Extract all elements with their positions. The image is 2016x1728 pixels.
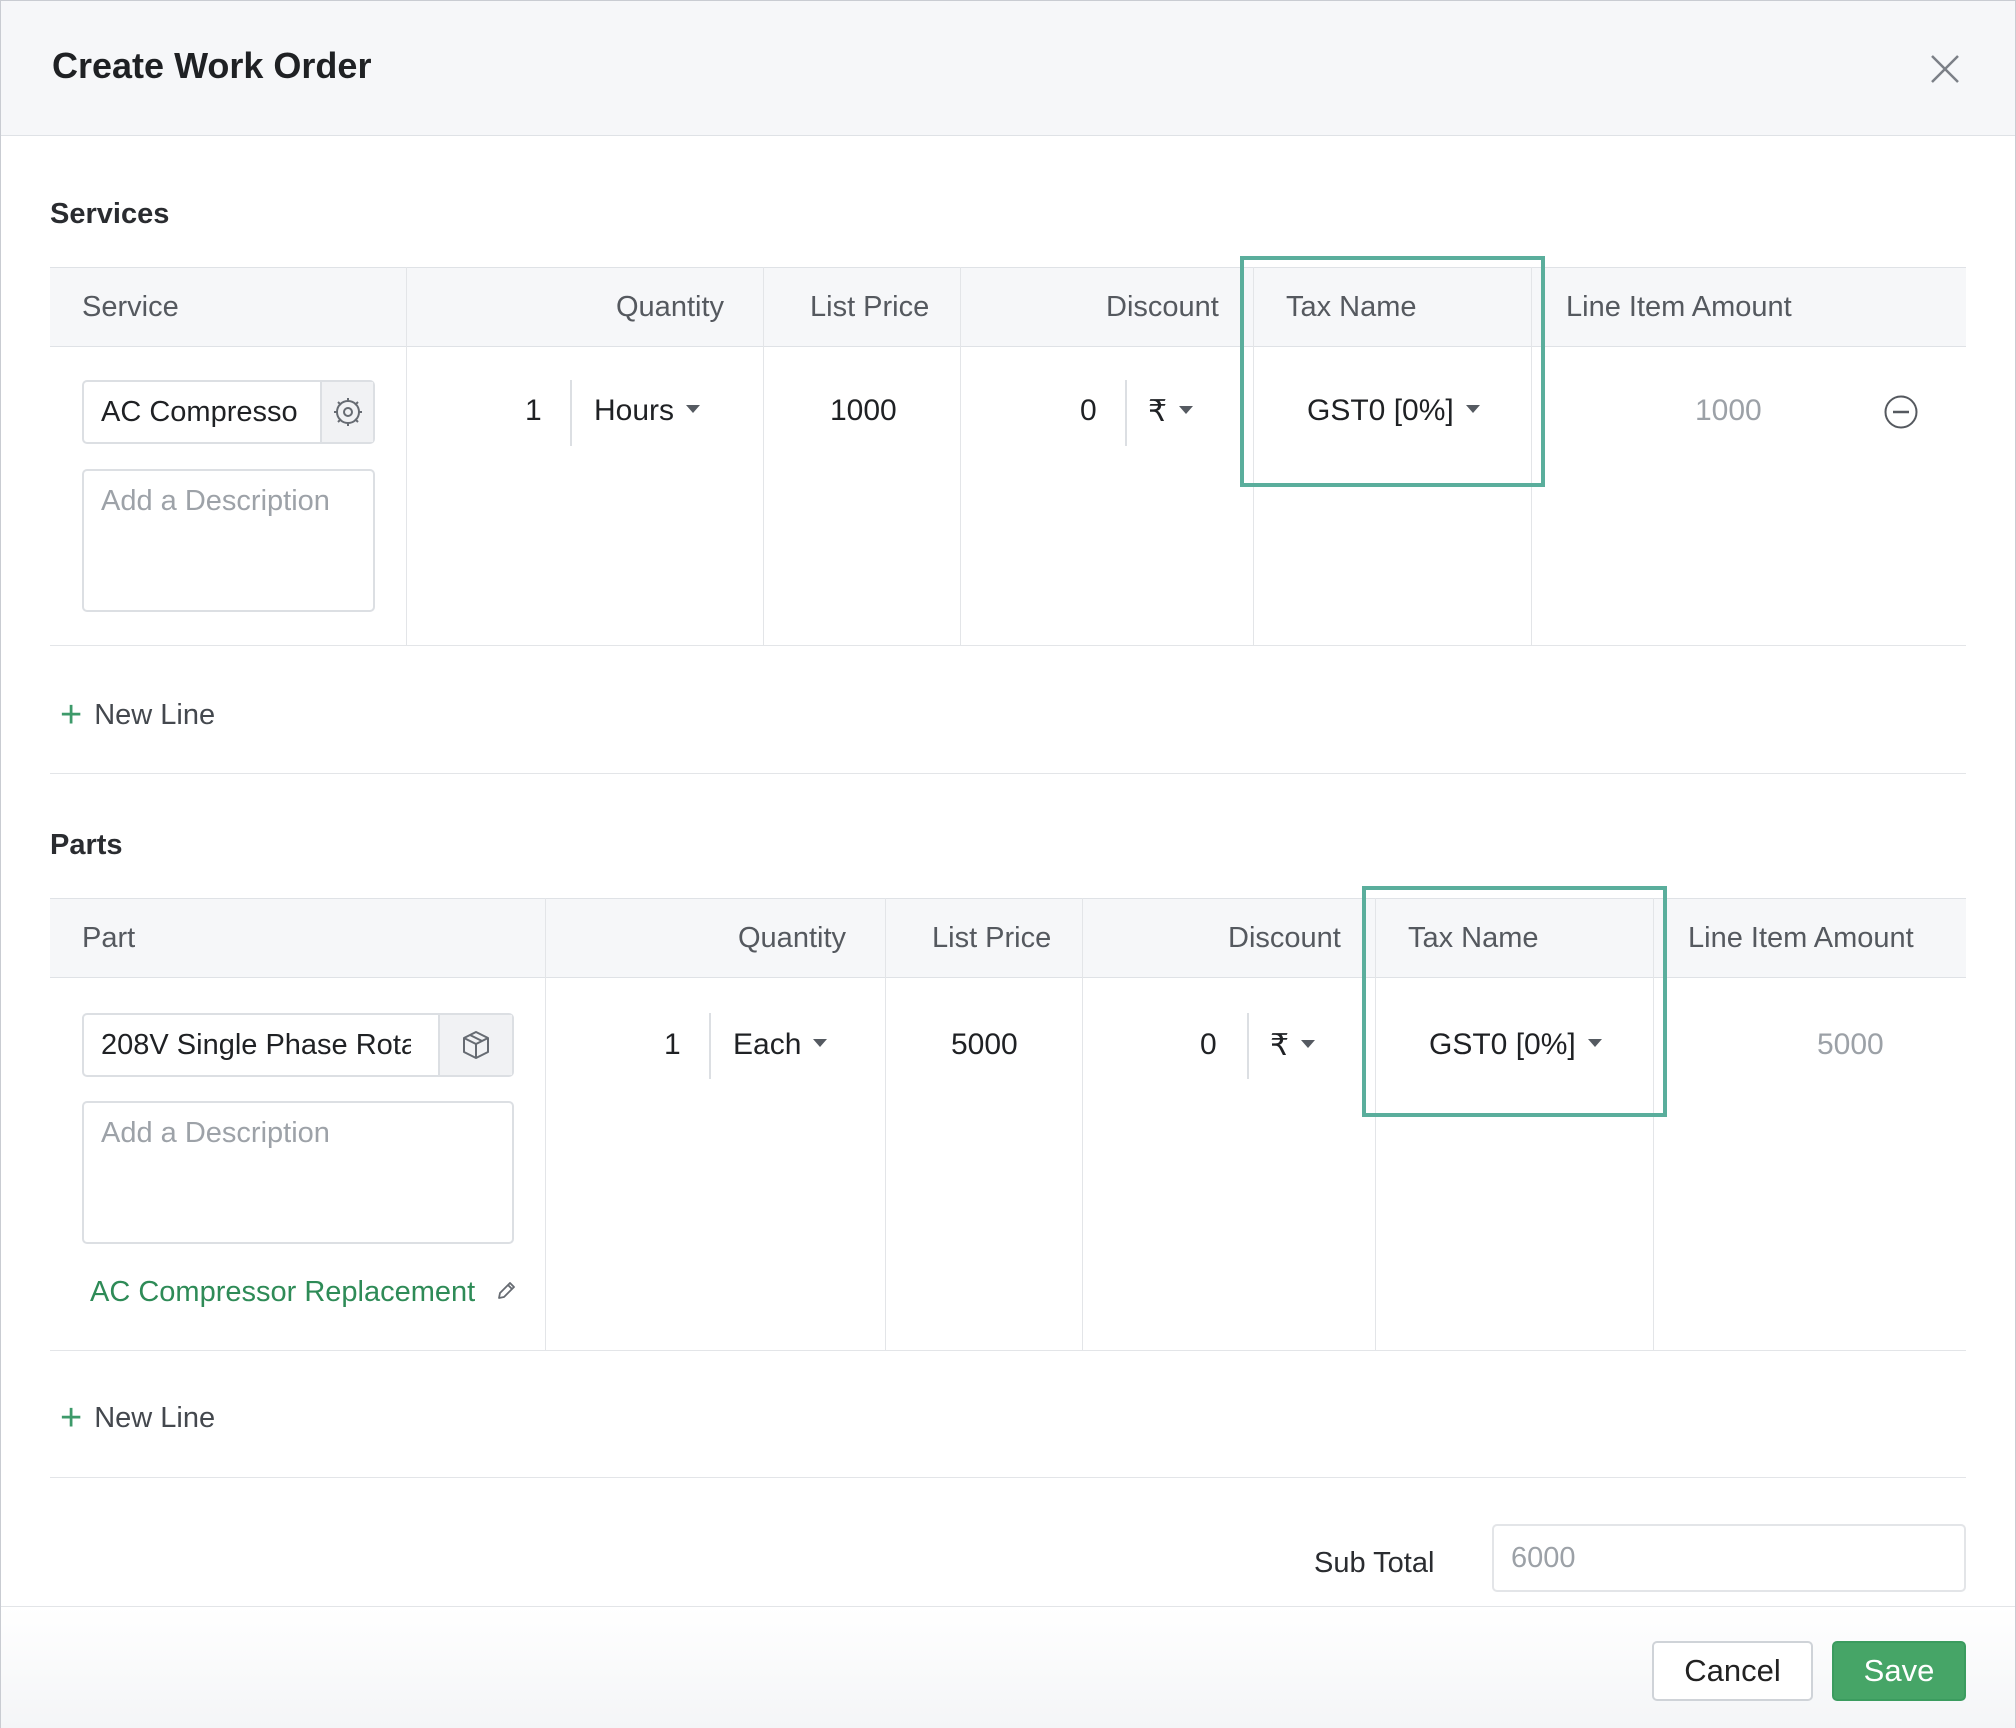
service-wrench-icon[interactable] <box>320 382 373 442</box>
create-work-order-dialog: Create Work Order Services Service Quant… <box>0 0 2016 1728</box>
pencil-icon[interactable] <box>495 1277 517 1310</box>
close-icon[interactable] <box>1927 51 1963 87</box>
part-quantity-input[interactable]: 1 <box>664 1028 681 1062</box>
part-unit-select[interactable]: Each <box>733 1028 828 1062</box>
chevron-down-icon <box>813 1039 828 1048</box>
part-lookup-field[interactable]: 208V Single Phase Rotai <box>82 1013 514 1077</box>
header-quantity: Quantity <box>616 291 724 323</box>
subtotal-label: Sub Total <box>1314 1547 1435 1579</box>
services-table-header: Service Quantity List Price Discount Tax… <box>50 267 1966 347</box>
parts-table-header: Part Quantity List Price Discount Tax Na… <box>50 898 1966 978</box>
discount-currency-symbol: ₹ <box>1148 395 1168 428</box>
header-quantity: Quantity <box>738 922 846 954</box>
service-discount-type-select[interactable]: ₹ <box>1148 394 1194 429</box>
part-list-price-input[interactable]: 5000 <box>951 1028 1018 1062</box>
cancel-button[interactable]: Cancel <box>1652 1641 1813 1701</box>
header-list-price: List Price <box>810 291 930 323</box>
part-description-field[interactable]: Add a Description <box>82 1101 514 1244</box>
service-unit-value: Hours <box>594 394 675 427</box>
discount-currency-symbol: ₹ <box>1270 1029 1290 1062</box>
chevron-down-icon <box>1179 406 1194 415</box>
part-box-icon[interactable] <box>438 1015 512 1075</box>
service-discount-input[interactable]: 0 <box>1080 394 1097 428</box>
save-button[interactable]: Save <box>1832 1641 1966 1701</box>
subtotal-field: 6000 <box>1492 1524 1966 1592</box>
services-new-line-button[interactable]: + New Line <box>60 691 216 736</box>
service-description-placeholder: Add a Description <box>101 485 330 517</box>
services-section-title: Services <box>50 198 170 230</box>
parts-new-line-button[interactable]: + New Line <box>60 1394 216 1439</box>
services-new-line-label: New Line <box>94 699 216 731</box>
service-value: AC Compresso <box>101 396 298 428</box>
parts-section-title: Parts <box>50 829 123 861</box>
parts-table: Part Quantity List Price Discount Tax Na… <box>50 898 1966 1352</box>
header-service: Service <box>82 291 179 323</box>
part-unit-value: Each <box>733 1028 802 1061</box>
header-discount: Discount <box>1228 922 1341 954</box>
service-unit-select[interactable]: Hours <box>594 394 701 428</box>
part-description-placeholder: Add a Description <box>101 1117 330 1149</box>
part-discount-input[interactable]: 0 <box>1200 1028 1217 1062</box>
header-line-item-amount: Line Item Amount <box>1566 291 1792 323</box>
service-quantity-input[interactable]: 1 <box>525 394 542 428</box>
tax-name-highlight-services <box>1240 256 1545 487</box>
service-list-price-input[interactable]: 1000 <box>830 394 897 428</box>
dialog-header: Create Work Order <box>1 1 2015 136</box>
plus-icon: + <box>60 694 83 736</box>
header-list-price: List Price <box>932 922 1052 954</box>
service-description-field[interactable]: Add a Description <box>82 469 375 612</box>
chevron-down-icon <box>1301 1040 1316 1049</box>
header-discount: Discount <box>1106 291 1219 323</box>
remove-line-icon[interactable] <box>1883 394 1919 430</box>
part-value: 208V Single Phase Rotai <box>101 1029 411 1061</box>
service-lookup-field[interactable]: AC Compresso <box>82 380 375 444</box>
subtotal-value: 6000 <box>1511 1542 1576 1574</box>
tax-name-highlight-parts <box>1362 886 1667 1117</box>
header-line-item-amount: Line Item Amount <box>1688 922 1914 954</box>
service-line-amount: 1000 <box>1695 394 1762 427</box>
header-part: Part <box>82 922 136 954</box>
part-line-amount: 5000 <box>1817 1028 1884 1061</box>
dialog-footer: Cancel Save <box>1 1606 2015 1728</box>
dialog-title: Create Work Order <box>52 45 372 86</box>
linked-service-label: AC Compressor Replacement <box>90 1276 476 1308</box>
parts-new-line-label: New Line <box>94 1402 216 1434</box>
chevron-down-icon <box>686 405 701 414</box>
linked-service-link[interactable]: AC Compressor Replacement <box>90 1276 517 1310</box>
plus-icon: + <box>60 1397 83 1439</box>
part-discount-type-select[interactable]: ₹ <box>1270 1028 1316 1063</box>
services-table: Service Quantity List Price Discount Tax… <box>50 267 1966 647</box>
